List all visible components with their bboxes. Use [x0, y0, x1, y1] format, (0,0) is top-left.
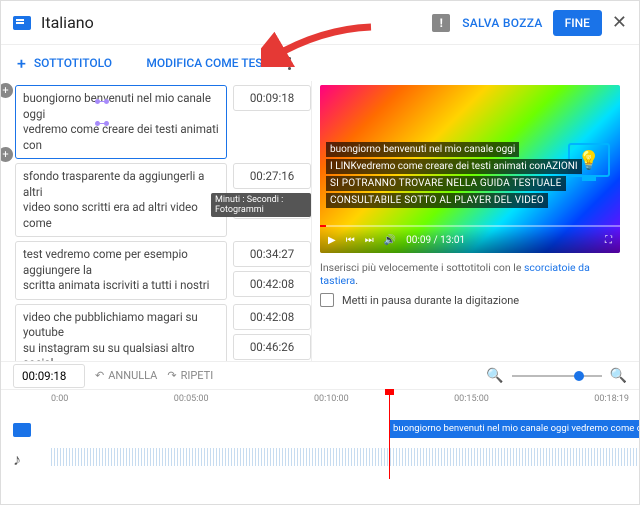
fullscreen-icon[interactable]: ⛶: [605, 235, 612, 246]
tick-label: 00:18:19: [594, 394, 629, 404]
redo-button[interactable]: ↷ RIPETI: [167, 369, 213, 382]
zoom-controls: 🔍 🔍: [486, 368, 627, 384]
caption-line: I LINKvedremo come creare dei testi anim…: [326, 159, 582, 174]
toolbar: + SOTTOTITOLO MODIFICA COME TESTO: [1, 45, 311, 81]
subtitle-text-input[interactable]: video che pubblichiamo magari su youtube…: [15, 304, 227, 361]
tick-label: 0:00: [51, 394, 68, 404]
plus-icon: +: [17, 54, 26, 73]
video-caption-overlay: buongiorno benvenuti nel mio canale oggi…: [326, 141, 614, 209]
caption-line: buongiorno benvenuti nel mio canale oggi: [326, 142, 519, 157]
add-subtitle-button[interactable]: + SOTTOTITOLO: [17, 54, 112, 73]
warning-icon[interactable]: !: [432, 14, 450, 32]
add-row-icon[interactable]: +: [1, 147, 13, 162]
music-note-icon: ♪: [13, 450, 21, 470]
add-row-icon[interactable]: +: [1, 83, 13, 98]
subtitle-line: buongiorno benvenuti nel mio canale oggi: [23, 91, 219, 122]
pause-while-typing-row: Metti in pausa durante la digitazione: [320, 293, 627, 307]
caption-subline: CONSULTABILE SOTTO AL PLAYER DEL VIDEO: [326, 193, 548, 208]
subtitle-line: scritta animata iscriviti a tutti i nost…: [23, 278, 219, 294]
edit-as-text-button[interactable]: MODIFICA COME TESTO: [146, 56, 278, 70]
playhead[interactable]: [389, 390, 390, 479]
volume-icon[interactable]: 🔊: [384, 235, 396, 246]
audio-waveform[interactable]: [51, 448, 639, 466]
timecode-input[interactable]: 00:09:18: [233, 85, 311, 111]
video-time: 00:09 / 13:01: [406, 235, 465, 246]
subtitle-line: sfondo trasparente da aggiungerli a altr…: [23, 169, 219, 200]
subtitle-track-icon: [13, 423, 31, 437]
scrub-bar: ↶ ANNULLA ↷ RIPETI 🔍 🔍: [1, 361, 639, 389]
add-subtitle-label: SOTTOTITOLO: [34, 56, 112, 70]
timeline[interactable]: 0:00 00:05:00 00:10:00 00:15:00 00:18:19…: [1, 389, 639, 479]
subtitle-row[interactable]: test vedremo come per esempio aggiungere…: [15, 241, 311, 300]
pause-checkbox[interactable]: [320, 293, 334, 307]
subtitle-text-input[interactable]: buongiorno benvenuti nel mio canale oggi…: [15, 85, 227, 159]
subtitle-line: video sono scritti era ad altri video co…: [23, 200, 219, 231]
preview-panel: 💡 buongiorno benvenuti nel mio canale og…: [311, 81, 639, 361]
timecode-input[interactable]: 00:27:16: [233, 163, 311, 189]
subtitle-line: test vedremo come per esempio aggiungere…: [23, 247, 219, 278]
subtitle-text-input[interactable]: test vedremo come per esempio aggiungere…: [15, 241, 227, 300]
hint-text: Inserisci più velocemente i sottotitoli …: [320, 261, 627, 287]
timecode-tooltip: Minuti : Secondi : Fotogrammi: [211, 193, 311, 217]
prev-icon[interactable]: ⏮: [346, 235, 355, 246]
play-icon[interactable]: ▶: [328, 235, 336, 246]
subtitle-line: vedremo come creare dei testi animati co…: [23, 122, 219, 153]
video-controls: ▶ ⏮ ⏭ 🔊 00:09 / 13:01 ⛶: [320, 227, 620, 253]
tick-label: 00:15:00: [454, 394, 489, 404]
subtitle-row[interactable]: buongiorno benvenuti nel mio canale oggi…: [15, 85, 311, 159]
next-icon[interactable]: ⏭: [365, 235, 374, 246]
tick-label: 00:05:00: [174, 394, 209, 404]
timeline-clip[interactable]: buongiorno benvenuti nel mio canale oggi…: [389, 420, 639, 438]
timecode-input[interactable]: 00:42:08: [233, 304, 311, 330]
timecode-input[interactable]: 00:46:26: [233, 334, 311, 360]
current-timecode-input[interactable]: [13, 364, 85, 388]
subtitle-track[interactable]: buongiorno benvenuti nel mio canale oggi…: [1, 418, 639, 442]
caption-subline: SI POTRANNO TROVARE NELLA GUIDA TESTUALE: [326, 176, 566, 191]
zoom-slider[interactable]: [512, 375, 602, 377]
subtitle-app-icon: [13, 16, 31, 30]
undo-button[interactable]: ↶ ANNULLA: [95, 369, 157, 382]
save-draft-button[interactable]: SALVA BOZZA: [462, 16, 542, 30]
timecode-input[interactable]: 00:34:27: [233, 241, 311, 267]
subtitle-line: su instagram su su qualsiasi altro socia…: [23, 341, 219, 361]
subtitle-line: video che pubblichiamo magari su youtube: [23, 310, 219, 341]
page-title: Italiano: [41, 13, 432, 32]
subtitle-list: Minuti : Secondi : Fotogrammi + buongior…: [1, 81, 311, 361]
header-bar: Italiano ! SALVA BOZZA FINE ✕: [1, 1, 639, 45]
tick-label: 00:10:00: [314, 394, 349, 404]
kebab-menu-icon[interactable]: [284, 53, 295, 74]
done-button[interactable]: FINE: [553, 10, 602, 36]
main-area: Minuti : Secondi : Fotogrammi + buongior…: [1, 81, 639, 361]
zoom-out-icon[interactable]: 🔍: [486, 368, 503, 384]
zoom-in-icon[interactable]: 🔍: [610, 368, 627, 384]
pause-label: Metti in pausa durante la digitazione: [342, 294, 519, 307]
timecode-input[interactable]: 00:42:08: [233, 271, 311, 297]
close-icon[interactable]: ✕: [612, 12, 627, 33]
timeline-ticks: 0:00 00:05:00 00:10:00 00:15:00 00:18:19: [51, 394, 629, 404]
subtitle-text-input[interactable]: sfondo trasparente da aggiungerli a altr…: [15, 163, 227, 237]
video-preview[interactable]: 💡 buongiorno benvenuti nel mio canale og…: [320, 85, 620, 253]
subtitle-row[interactable]: video che pubblichiamo magari su youtube…: [15, 304, 311, 361]
